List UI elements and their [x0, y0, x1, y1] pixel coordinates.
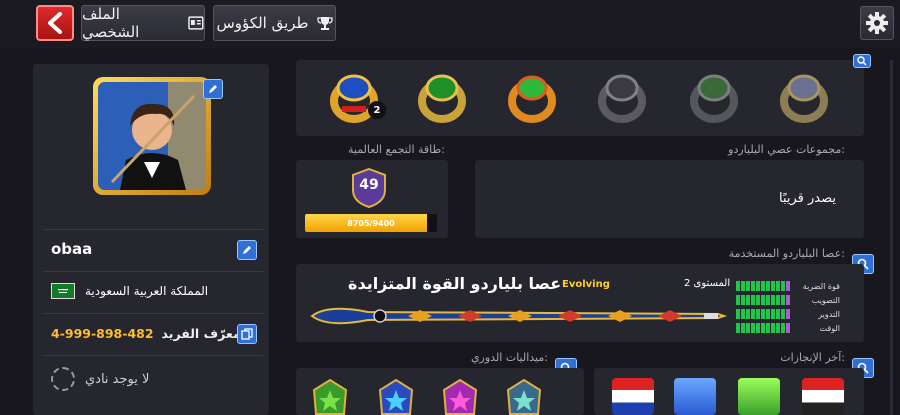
ring-gold-blue-icon[interactable] [776, 68, 832, 124]
cue-stat-row: التصويب [736, 293, 856, 307]
cue-stat-row: قوة الضربة [736, 279, 856, 293]
profile-panel: obaa المملكة العربية السعودية 4-999-898-… [33, 64, 269, 415]
medal-blue-icon[interactable] [376, 378, 416, 415]
cue-stat-label: التصويب [811, 295, 840, 305]
unique-id-value: 4-999-898-482 [51, 326, 154, 341]
trophy-rings-panel: 2 [296, 60, 864, 136]
country-row: المملكة العربية السعودية [51, 283, 208, 299]
copy-id-button[interactable] [237, 324, 257, 344]
achievement-flag-icon[interactable] [612, 378, 654, 415]
achievement-ball-icon[interactable] [674, 378, 716, 415]
back-button[interactable] [36, 5, 74, 41]
cue-collection-status: يصدر قريبًا [778, 191, 836, 206]
divider [43, 271, 263, 272]
cue-stat-row: الوقت [736, 321, 856, 335]
achievement-star-icon[interactable] [738, 378, 780, 415]
ring-count-badge: 2 [368, 101, 386, 119]
club-row[interactable]: لا يوجد نادي [51, 367, 149, 391]
league-medals-panel [296, 368, 584, 415]
chevron-left-icon [48, 12, 62, 34]
energy-panel: 49 8705/9400 [296, 160, 448, 238]
unique-id-row: 4-999-898-482 المعرّف الفريد: [51, 326, 255, 341]
medal-gold-icon[interactable] [504, 378, 544, 415]
divider [43, 313, 263, 314]
cue-collection-panel[interactable]: يصدر قريبًا [475, 160, 864, 238]
settings-button[interactable] [860, 6, 894, 40]
medal-green-icon[interactable] [310, 378, 350, 415]
cue-stat-label: الوقت [819, 323, 840, 333]
scrollbar[interactable] [890, 60, 893, 415]
achievements-section-label: آخر الإنجازات: [780, 351, 845, 364]
ring-dark-green-icon[interactable] [686, 68, 742, 124]
cue-stat-label: قوة الضربة [802, 281, 840, 291]
cue-collection-section-label: مجموعات عصي البلياردو: [728, 143, 845, 156]
cue-tag: Evolving [562, 279, 610, 290]
rings-search-button[interactable] [853, 54, 871, 68]
level-number: 49 [359, 177, 379, 193]
edit-avatar-button[interactable] [203, 79, 223, 99]
club-status: لا يوجد نادي [85, 371, 150, 387]
cue-in-use-section-label: عصا البلياردو المستخدمة: [728, 247, 845, 260]
achievement-flag2-icon[interactable] [802, 378, 844, 415]
pencil-icon [209, 85, 217, 93]
cue-stat-bar [736, 295, 790, 305]
cue-stat-label: التدوير [818, 309, 840, 319]
divider [43, 229, 263, 230]
club-placeholder-icon [51, 367, 75, 391]
cue-stat-bar [736, 323, 790, 333]
achievements-panel [594, 368, 864, 415]
league-section-label: ميداليات الدوري: [470, 351, 548, 364]
cue-stat-row: التدوير [736, 307, 856, 321]
id-card-icon [188, 16, 204, 30]
cue-level: المستوى 2 [684, 278, 731, 289]
avatar[interactable] [93, 77, 211, 195]
medal-pink-icon[interactable] [440, 378, 480, 415]
saudi-flag-icon [51, 283, 75, 299]
cue-name: عصا بلياردو القوة المتزايدة [348, 274, 562, 293]
ring-silver-icon[interactable] [594, 68, 650, 124]
edit-username-button[interactable] [237, 240, 257, 260]
username: obaa [51, 240, 93, 258]
divider [43, 355, 263, 356]
cue-stats: قوة الضربة التصويب التدوير الوقت [736, 279, 856, 335]
cue-stick-icon [310, 307, 728, 325]
cue-stat-bar [736, 309, 790, 319]
ring-green-gold-icon[interactable] [414, 68, 470, 124]
tab-profile[interactable]: الملف الشخصي [81, 5, 205, 41]
country-name: المملكة العربية السعودية [85, 284, 209, 298]
energy-progress-text: 8705/9400 [347, 218, 395, 228]
tab-trophy-label: طريق الكؤوس [216, 14, 309, 32]
trophy-icon [316, 17, 333, 30]
avatar-portrait-icon [98, 82, 206, 190]
energy-section-label: طاقة التجمع العالمية: [347, 143, 445, 156]
search-icon [857, 56, 867, 66]
energy-progress-bar: 8705/9400 [305, 214, 437, 232]
copy-icon [241, 328, 253, 340]
cue-stat-bar [736, 281, 790, 291]
ring-orange-green-icon[interactable] [504, 68, 560, 124]
tab-trophy-road[interactable]: طريق الكؤوس [213, 5, 336, 41]
pencil-icon [243, 246, 251, 254]
gear-icon [866, 12, 888, 34]
cue-in-use-panel[interactable]: عصا بلياردو القوة المتزايدة Evolving الم… [296, 264, 864, 342]
tab-profile-label: الملف الشخصي [82, 5, 140, 41]
